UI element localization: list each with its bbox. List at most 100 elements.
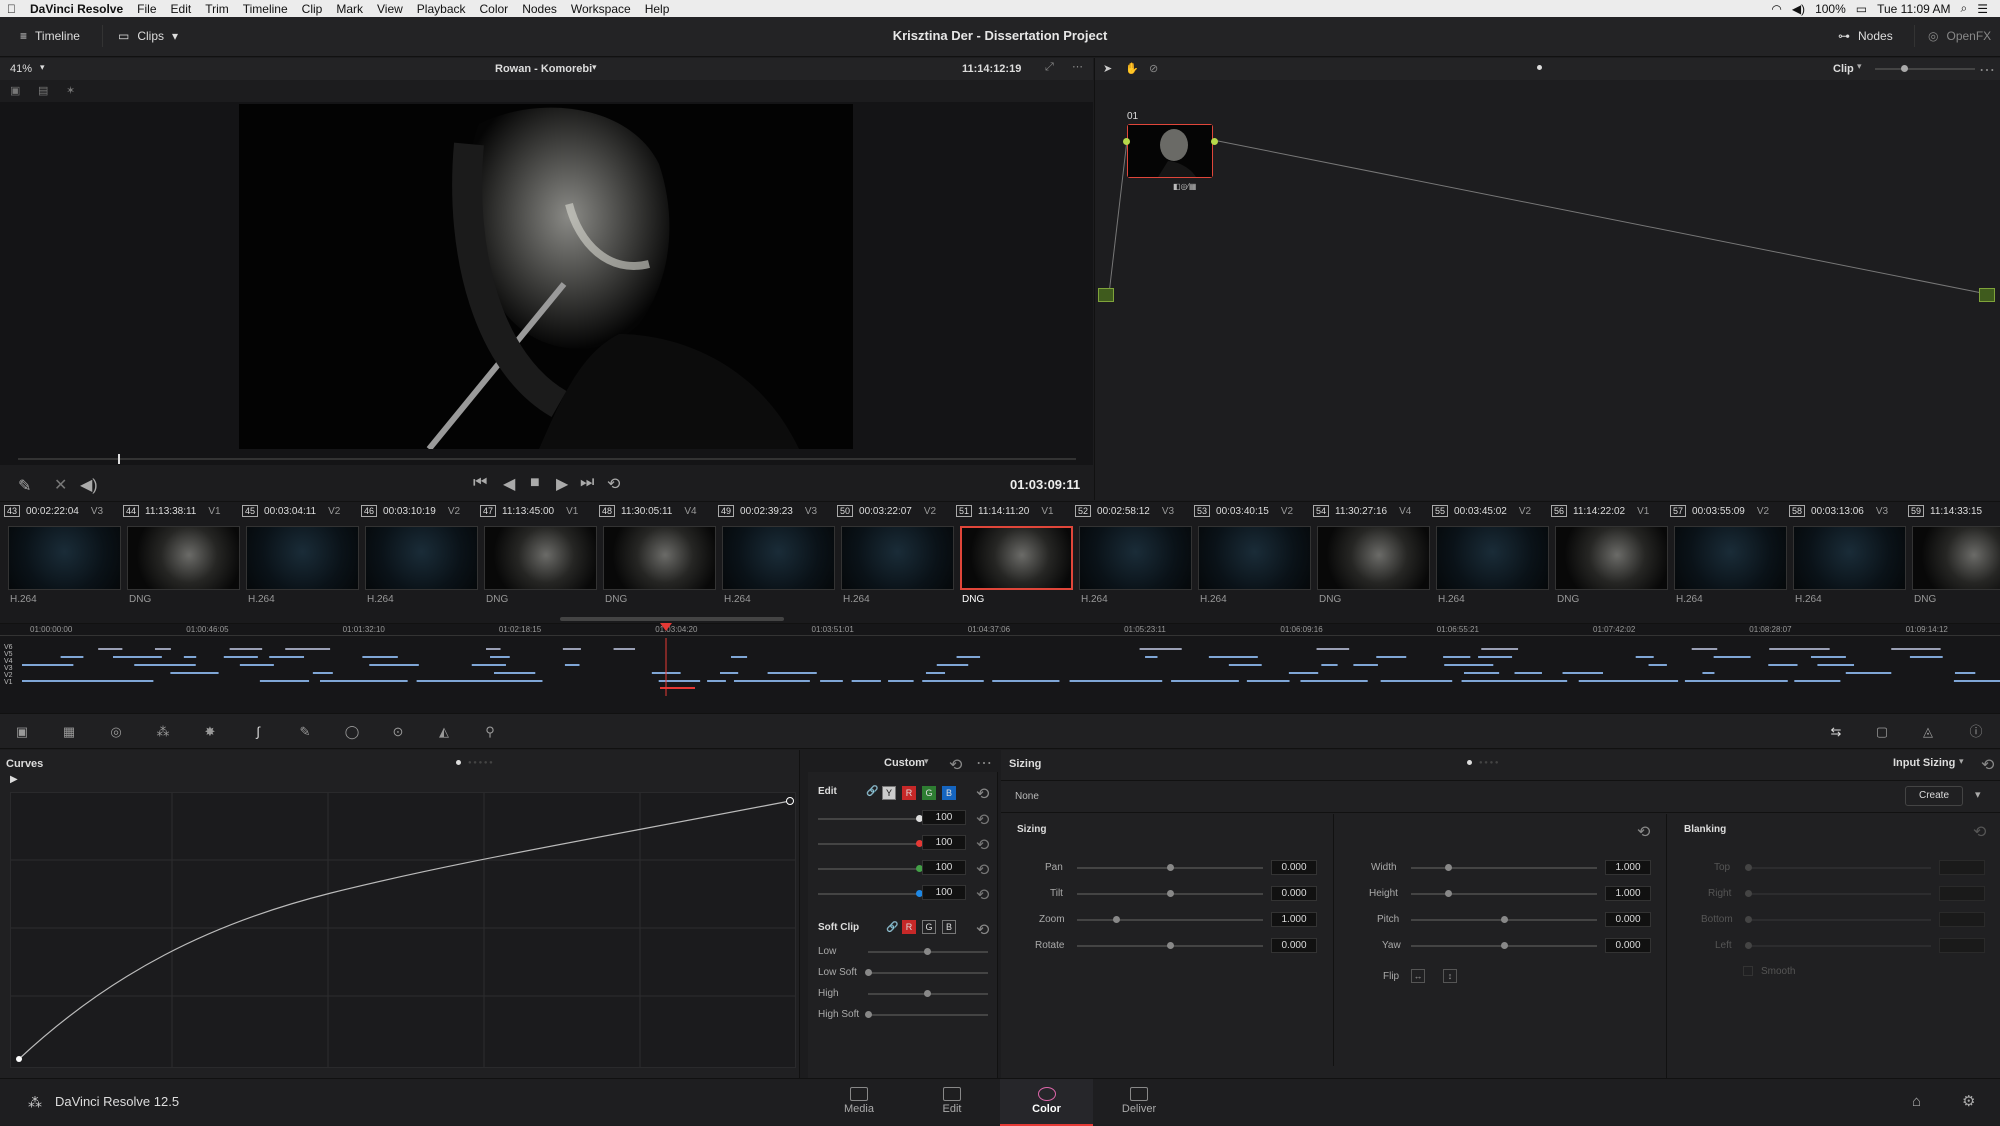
timeline-clip-segment[interactable] [1246, 680, 1290, 682]
edit-page-button[interactable]: Edit [907, 1079, 997, 1126]
high-slider[interactable] [868, 990, 988, 997]
timeline-clip-segment[interactable] [1691, 648, 1718, 650]
timeline-clip-segment[interactable] [490, 656, 510, 658]
timeline-clip-segment[interactable] [223, 656, 258, 658]
bypass-icon[interactable]: ✕ [54, 475, 67, 495]
yaw-slider[interactable] [1411, 942, 1597, 949]
reset-icon[interactable]: ⟲ [976, 784, 989, 804]
battery-icon[interactable]: ▭ [1856, 2, 1867, 16]
timeline-clip-segment[interactable] [1562, 672, 1603, 674]
softclip-g-button[interactable]: G [922, 920, 936, 934]
app-menu[interactable]: DaVinci Resolve [23, 2, 130, 16]
menu-mark[interactable]: Mark [329, 2, 370, 16]
sizing-mode-dropdown[interactable]: Input Sizing [1893, 757, 1955, 769]
timeline-clip-segment[interactable] [1768, 664, 1798, 666]
timeline-clip-segment[interactable] [1461, 680, 1568, 682]
timeline-clip-segment[interactable] [1578, 680, 1679, 682]
menu-timeline[interactable]: Timeline [236, 2, 295, 16]
timeline-clip-segment[interactable] [22, 680, 154, 682]
timeline-clip-segment[interactable] [707, 680, 726, 682]
b-intensity-slider[interactable] [818, 890, 923, 897]
b-intensity-value[interactable]: 100 [922, 885, 966, 900]
color-wheels-icon[interactable]: ◎ [108, 724, 124, 740]
smooth-checkbox[interactable] [1743, 966, 1753, 976]
timeline-clip-segment[interactable] [1954, 672, 1976, 674]
stop-icon[interactable]: ■ [530, 474, 540, 492]
timeline-clip-segment[interactable] [1635, 656, 1654, 658]
timeline-clip-segment[interactable] [1444, 664, 1494, 666]
blanking-top-value[interactable] [1939, 860, 1985, 875]
color-page-button[interactable]: Color [1000, 1079, 1093, 1126]
timeline-clip-segment[interactable] [1702, 672, 1715, 674]
timeline-clip-segment[interactable] [1817, 664, 1855, 666]
timeline-clip-segment[interactable] [820, 680, 843, 682]
nodes-toggle-button[interactable]: ⊶ Nodes [1838, 29, 1893, 43]
reset-icon[interactable]: ⟲ [1637, 822, 1650, 842]
wifi-icon[interactable]: ◠ [1771, 2, 1781, 16]
rotate-value[interactable]: 0.000 [1271, 938, 1317, 953]
timeline-clip-segment[interactable] [239, 664, 274, 666]
timeline-clip-segment[interactable] [1316, 648, 1350, 650]
color-match-icon[interactable]: ▦ [61, 724, 77, 740]
link-icon[interactable]: 🔗 [866, 786, 878, 797]
spotlight-icon[interactable]: ⌕ [1961, 1, 1968, 16]
qualifier-icon[interactable]: ✎ [297, 724, 313, 740]
split-screen-icon[interactable]: ▤ [38, 84, 48, 97]
tracker-icon[interactable]: ⊙ [390, 724, 406, 740]
clock[interactable]: Tue 11:09 AM [1877, 2, 1950, 16]
timeline-clip-segment[interactable] [1845, 672, 1892, 674]
timeline-clip-segment[interactable] [22, 664, 74, 666]
timeline-clip-segment[interactable] [1208, 656, 1258, 658]
scopes-icon[interactable]: ◬ [1920, 724, 1936, 740]
timeline-clip-segment[interactable] [1478, 656, 1513, 658]
skip-to-start-icon[interactable]: ⏮ [473, 474, 487, 492]
menu-view[interactable]: View [370, 2, 410, 16]
timeline-clip-segment[interactable] [1794, 680, 1841, 682]
create-preset-button[interactable]: Create [1905, 786, 1963, 806]
timeline-clip-segment[interactable] [564, 664, 580, 666]
blanking-top-slider[interactable] [1745, 864, 1931, 871]
timeline-clip-segment[interactable] [362, 656, 398, 658]
timeline-clip-segment[interactable] [112, 656, 162, 658]
camera-raw-icon[interactable]: ▣ [14, 724, 30, 740]
audio-icon[interactable]: ◀) [80, 475, 98, 495]
curves-icon[interactable]: ∫ [250, 724, 266, 740]
viewer-scrubber[interactable] [18, 458, 1076, 460]
viewer-clip-name[interactable]: Rowan - Komorebi [495, 63, 592, 75]
notifications-icon[interactable]: ☰ [1977, 2, 1988, 16]
home-icon[interactable]: ⌂ [1912, 1093, 1921, 1110]
motion-effects-icon[interactable]: ✸ [202, 724, 218, 740]
timeline-clip-segment[interactable] [1353, 664, 1378, 666]
curves-preset-dropdown[interactable]: Custom [884, 757, 925, 769]
openfx-toggle-button[interactable]: ◎ OpenFX [1928, 29, 1991, 43]
timeline-clip-segment[interactable] [1069, 680, 1163, 682]
timeline-clip-segment[interactable] [1514, 672, 1542, 674]
timeline-clip-segment[interactable] [851, 680, 881, 682]
timeline-clip-segment[interactable] [416, 680, 543, 682]
node-tree-output-icon[interactable] [1979, 288, 1995, 302]
timeline-clip-segment[interactable] [134, 664, 196, 666]
blanking-left-value[interactable] [1939, 938, 1985, 953]
sizing-preset-field[interactable]: None [1015, 791, 1039, 802]
softclip-r-button[interactable]: R [902, 920, 916, 934]
blanking-right-slider[interactable] [1745, 890, 1931, 897]
menu-playback[interactable]: Playback [410, 2, 473, 16]
volume-icon[interactable]: ◀) [1792, 2, 1805, 16]
clips-scrollbar[interactable] [560, 617, 784, 621]
y-intensity-slider[interactable] [818, 815, 923, 822]
media-page-button[interactable]: Media [814, 1079, 904, 1126]
softclip-b-button[interactable]: B [942, 920, 956, 934]
info-icon[interactable]: ⓘ [1968, 724, 1984, 740]
menu-color[interactable]: Color [473, 2, 516, 16]
timeline-clip-segment[interactable] [259, 680, 310, 682]
timeline-clip-segment[interactable] [285, 648, 331, 650]
pitch-slider[interactable] [1411, 916, 1597, 923]
window-icon[interactable]: ◯ [344, 724, 360, 740]
timeline-clip-segment[interactable] [312, 672, 333, 674]
corrector-node-01[interactable] [1127, 124, 1213, 178]
timeline-clip-segment[interactable] [936, 664, 969, 666]
yaw-value[interactable]: 0.000 [1605, 938, 1651, 953]
timeline-clip-segment[interactable] [1810, 656, 1846, 658]
timeline-clip-segment[interactable] [562, 648, 581, 650]
height-slider[interactable] [1411, 890, 1597, 897]
